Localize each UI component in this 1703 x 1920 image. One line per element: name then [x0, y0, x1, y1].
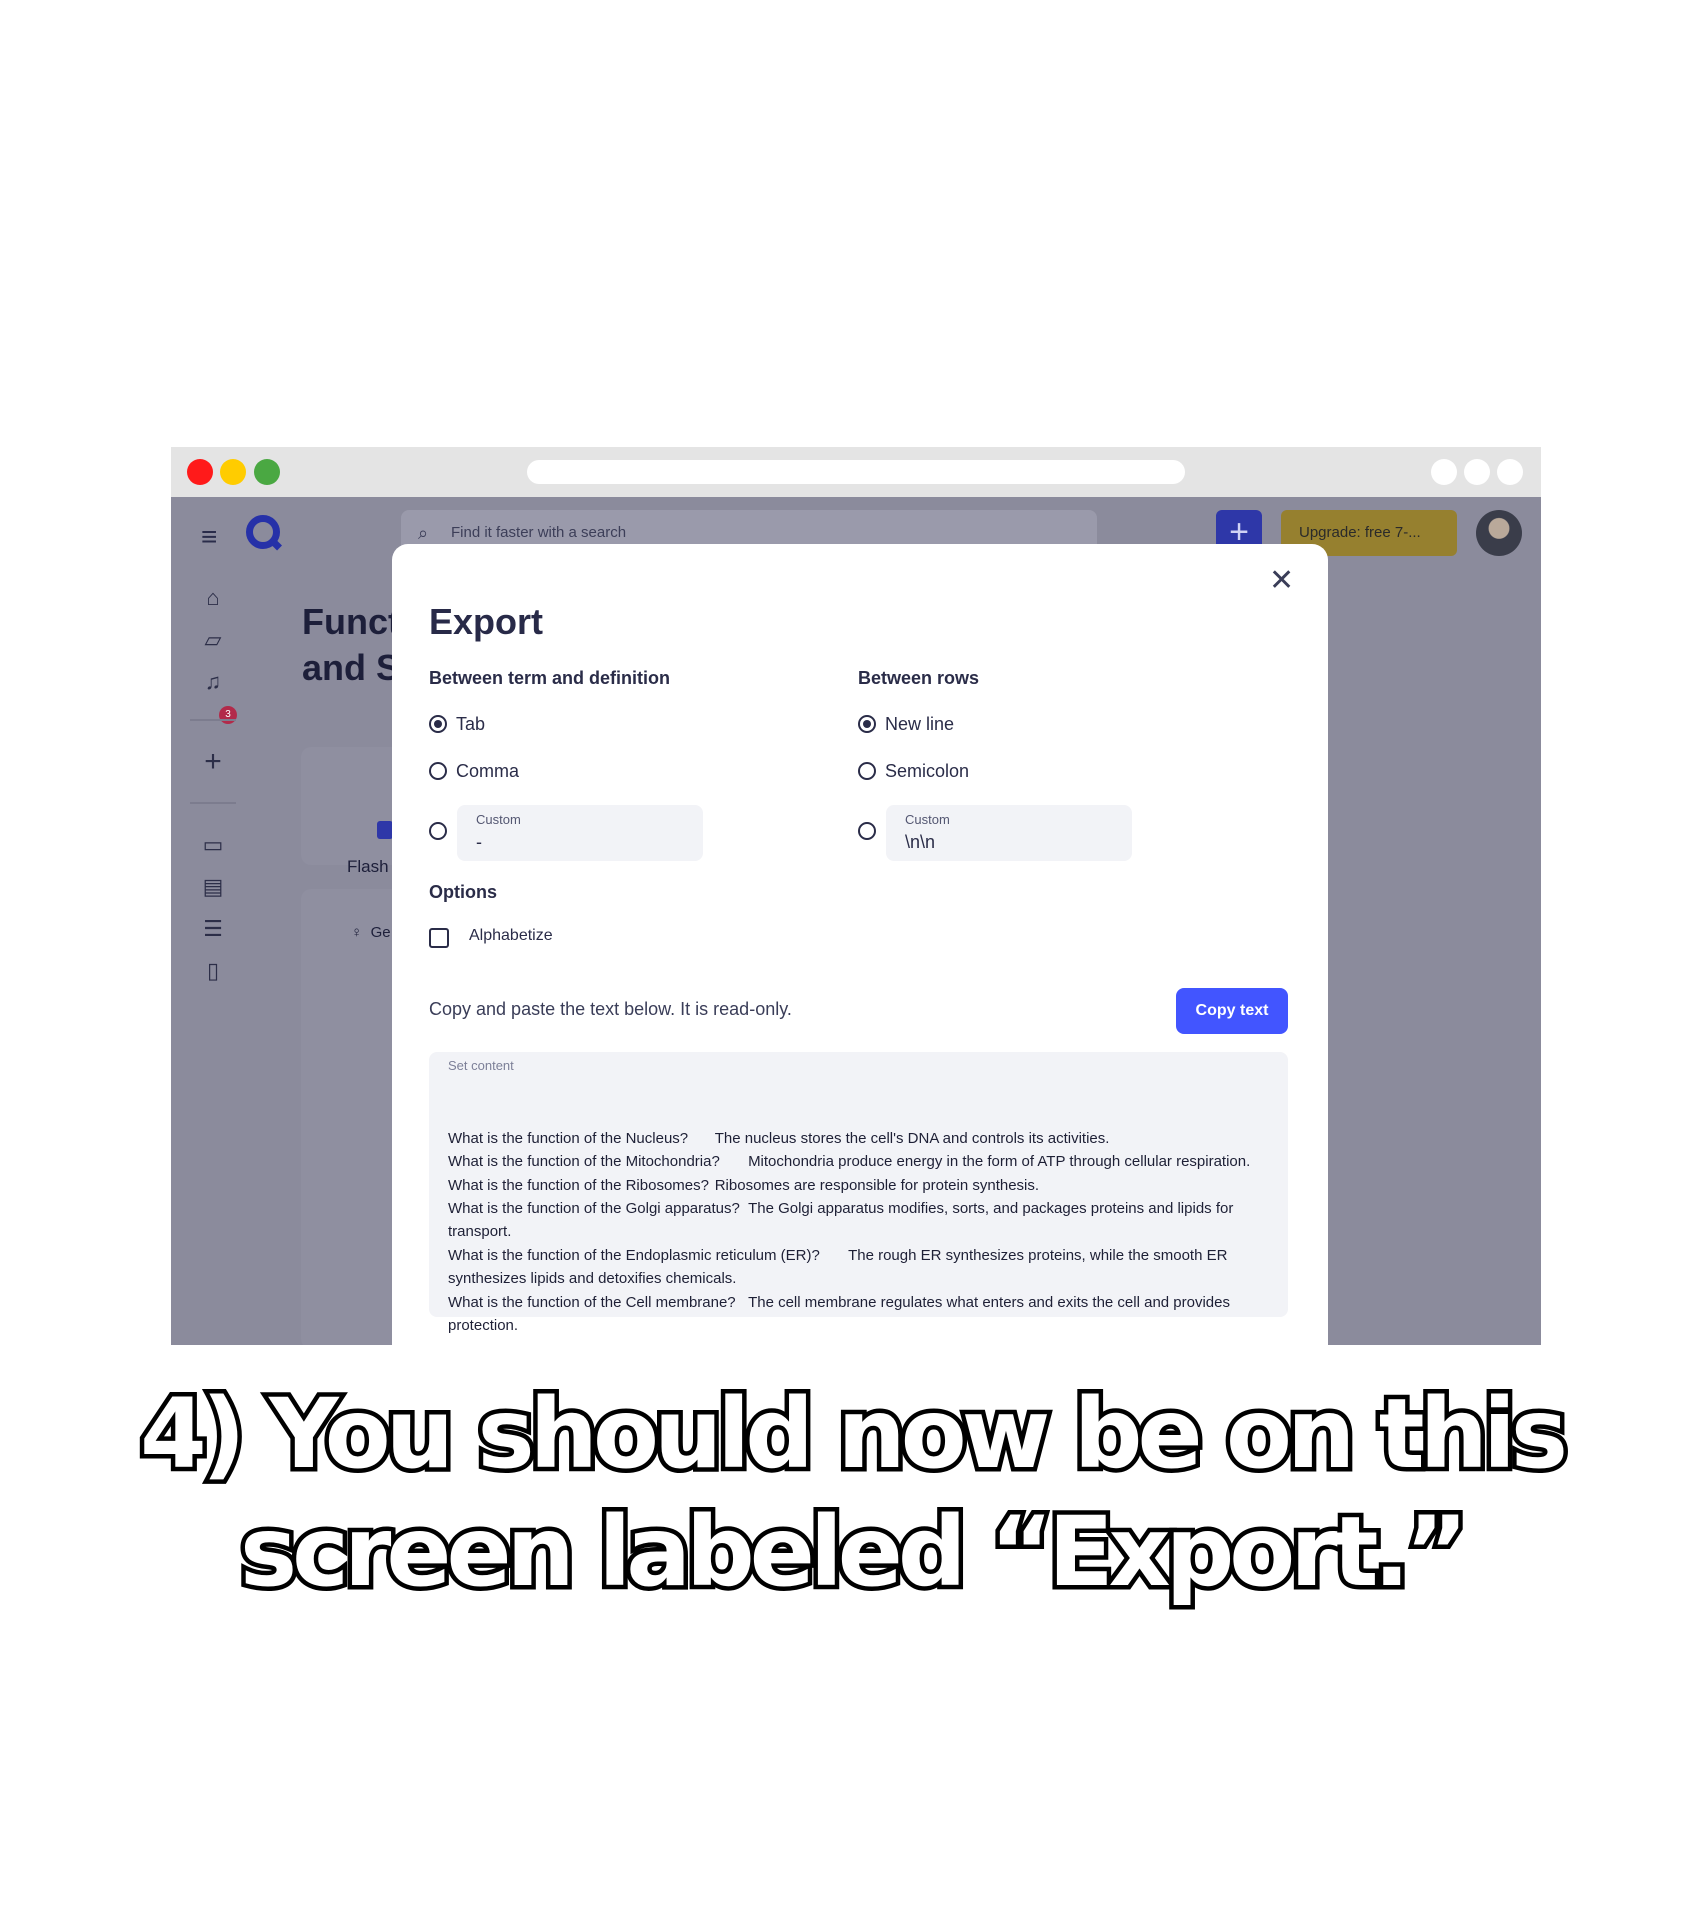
- radio-comma[interactable]: [429, 762, 447, 780]
- sidebar-divider: [190, 719, 236, 721]
- radio-semicolon[interactable]: [858, 762, 876, 780]
- home-icon[interactable]: ⌂: [200, 585, 226, 611]
- alphabetize-label: Alphabetize: [469, 927, 553, 944]
- content-line: What is the function of the Cell membran…: [448, 1293, 1235, 1335]
- caption-line-2: screen labeled “Export.”: [235, 1492, 1472, 1613]
- radio-comma-label: Comma: [456, 761, 520, 781]
- folder-icon[interactable]: ▱: [200, 627, 226, 653]
- flashcards-icon[interactable]: ▭: [200, 832, 226, 858]
- browser-extension-icon[interactable]: [1497, 459, 1523, 485]
- export-dialog: ✕ Export Between term and definition Tab…: [392, 544, 1328, 1354]
- app-logo[interactable]: [246, 515, 280, 549]
- custom-term-label: Custom: [476, 812, 521, 827]
- browser-extension-icon[interactable]: [1431, 459, 1457, 485]
- radio-semicolon-label: Semicolon: [885, 761, 970, 781]
- book-icon[interactable]: ▯: [200, 958, 226, 984]
- custom-rows-input[interactable]: Custom \n\n: [886, 805, 1132, 861]
- between-rows-heading: Between rows: [858, 668, 980, 688]
- browser-extension-icon[interactable]: [1464, 459, 1490, 485]
- notes-icon[interactable]: ▤: [200, 874, 226, 900]
- radio-tab-label: Tab: [456, 714, 486, 734]
- radio-custom-rows[interactable]: [858, 822, 876, 840]
- page-title: Funct and S: [302, 601, 401, 688]
- search-placeholder: Find it faster with a search: [451, 524, 627, 541]
- bell-icon[interactable]: ♫: [200, 669, 226, 695]
- custom-term-input[interactable]: Custom -: [457, 805, 703, 861]
- minimize-window-icon[interactable]: [220, 459, 246, 485]
- set-content-text: What is the function of the Nucleus? The…: [448, 1080, 1273, 1384]
- radio-custom-term[interactable]: [429, 822, 447, 840]
- custom-rows-value: \n\n: [905, 832, 936, 852]
- browser-chrome: [171, 447, 1541, 497]
- checklist-icon[interactable]: ☰: [200, 916, 226, 942]
- panel-label: ♀ Ge: [351, 924, 391, 941]
- caption-line-1: 4) You should now be on this: [136, 1374, 1573, 1495]
- close-icon[interactable]: ✕: [1269, 566, 1294, 596]
- instruction-caption: 4) You should now be on this screen labe…: [0, 1374, 1703, 1613]
- alphabetize-checkbox[interactable]: [429, 928, 449, 948]
- flashcards-mode-icon: [377, 821, 393, 839]
- options-heading: Options: [429, 882, 497, 902]
- close-window-icon[interactable]: [187, 459, 213, 485]
- address-bar[interactable]: [527, 460, 1185, 484]
- dialog-title: Export: [429, 601, 544, 642]
- content-line: What is the function of the Nucleus? The…: [448, 1129, 1110, 1147]
- content-line: What is the function of the Endoplasmic …: [448, 1246, 1232, 1288]
- sidebar-divider: [190, 802, 236, 804]
- hamburger-menu-icon[interactable]: ≡: [201, 523, 217, 551]
- content-line: What is the function of the Ribosomes? R…: [448, 1176, 1040, 1194]
- add-icon[interactable]: +: [200, 747, 226, 777]
- content-line: What is the function of the Mitochondria…: [448, 1153, 1251, 1171]
- custom-rows-label: Custom: [905, 812, 950, 827]
- bulb-icon: ♀: [351, 924, 363, 941]
- maximize-window-icon[interactable]: [254, 459, 280, 485]
- content-line: What is the function of the Golgi appara…: [448, 1200, 1238, 1241]
- radio-tab[interactable]: [429, 715, 447, 733]
- copy-instructions: Copy and paste the text below. It is rea…: [429, 999, 792, 1019]
- notification-badge: 3: [219, 706, 237, 724]
- radio-new-line-label: New line: [885, 714, 955, 734]
- custom-term-value: -: [476, 832, 482, 852]
- radio-new-line[interactable]: [858, 715, 876, 733]
- set-content-textarea[interactable]: Set content What is the function of the …: [429, 1052, 1288, 1334]
- set-content-label: Set content: [448, 1058, 514, 1073]
- study-mode-label: Flash: [347, 857, 389, 876]
- copy-text-button[interactable]: Copy text: [1176, 988, 1288, 1034]
- avatar[interactable]: [1476, 510, 1522, 556]
- term-definition-heading: Between term and definition: [429, 668, 671, 688]
